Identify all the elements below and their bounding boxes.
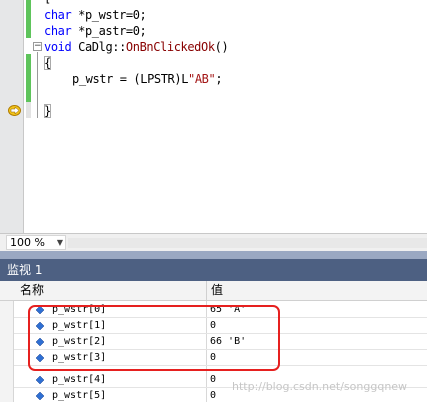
watch-name: p_wstr[4] bbox=[52, 374, 107, 385]
watch-row[interactable]: p_wstr[3] 0 bbox=[14, 350, 427, 366]
watch-value[interactable]: 0 bbox=[210, 350, 216, 365]
watch-name: p_wstr[5] bbox=[52, 390, 107, 401]
brace-match-box bbox=[44, 104, 51, 118]
watch-value[interactable]: 0 bbox=[210, 388, 216, 402]
watch-name: p_wstr[3] bbox=[52, 352, 107, 363]
change-indicator bbox=[26, 54, 31, 102]
editor-gutter[interactable] bbox=[0, 0, 24, 233]
column-divider[interactable] bbox=[206, 281, 207, 301]
zoom-value: 100 % bbox=[10, 236, 45, 249]
variable-icon bbox=[36, 322, 44, 330]
grid-header: 名称 值 bbox=[0, 281, 427, 301]
panel-splitter[interactable] bbox=[0, 251, 427, 259]
class-name: CaDlg bbox=[78, 40, 113, 54]
code-text: *p_wstr=0; bbox=[71, 8, 147, 22]
watch-name: p_wstr[1] bbox=[52, 320, 107, 331]
zoom-bar: 100 % ▼ bbox=[0, 233, 427, 251]
watch-value[interactable]: 0 bbox=[210, 372, 216, 387]
variable-icon bbox=[36, 354, 44, 362]
string-literal: "AB" bbox=[188, 72, 216, 86]
change-indicator bbox=[26, 102, 31, 118]
dropdown-arrow-icon[interactable]: ▼ bbox=[57, 236, 63, 249]
column-header-value[interactable]: 值 bbox=[211, 281, 223, 300]
variable-icon bbox=[36, 392, 44, 400]
watch-panel-title[interactable]: 监视 1 bbox=[0, 259, 427, 281]
watch-row[interactable]: p_wstr[0] 65 'A' bbox=[14, 302, 427, 318]
gutter-divider bbox=[23, 0, 24, 233]
variable-icon bbox=[36, 376, 44, 384]
scope-operator: :: bbox=[112, 40, 126, 54]
watch-value[interactable]: 65 'A' bbox=[210, 302, 246, 317]
watch-name: p_wstr[2] bbox=[52, 336, 107, 347]
keyword: void bbox=[44, 40, 72, 54]
code-line: char *p_astr=0; bbox=[44, 23, 147, 39]
watch-row[interactable]: p_wstr[2] 66 'B' bbox=[14, 334, 427, 350]
watch-value[interactable]: 66 'B' bbox=[210, 334, 246, 349]
statement-end: ; bbox=[215, 72, 223, 86]
watch-name: p_wstr[0] bbox=[52, 304, 107, 315]
watermark: http://blog.csdn.net/songgqnew bbox=[232, 380, 408, 393]
brace-match-box bbox=[44, 56, 51, 70]
zoom-select[interactable]: 100 % ▼ bbox=[6, 235, 66, 250]
horizontal-scrollbar[interactable] bbox=[68, 238, 427, 248]
code-text: *p_astr=0; bbox=[71, 24, 147, 38]
outline-guide bbox=[37, 52, 38, 118]
variable-icon bbox=[36, 306, 44, 314]
code-line: char *p_wstr=0; bbox=[44, 7, 147, 23]
keyword: char bbox=[44, 24, 72, 38]
code-line: [ bbox=[44, 0, 51, 6]
keyword: char bbox=[44, 8, 72, 22]
watch-row[interactable]: p_wstr[1] 0 bbox=[14, 318, 427, 334]
watch-value[interactable]: 0 bbox=[210, 318, 216, 333]
code-line: p_wstr = (LPSTR)L"AB"; bbox=[72, 71, 223, 87]
row-gutter bbox=[0, 301, 14, 402]
column-header-name[interactable]: 名称 bbox=[20, 281, 44, 300]
assignment-text: p_wstr = (LPSTR)L bbox=[72, 72, 189, 86]
collapse-icon[interactable]: − bbox=[33, 42, 42, 51]
current-statement-arrow-icon bbox=[8, 105, 21, 116]
watch-panel-title-text: 监视 1 bbox=[7, 263, 43, 277]
function-args: () bbox=[214, 40, 229, 54]
code-editor[interactable]: − [ char *p_wstr=0; char *p_astr=0; void… bbox=[0, 0, 427, 233]
code-line: void CaDlg::OnBnClickedOk() bbox=[44, 39, 229, 55]
change-indicator bbox=[26, 0, 31, 38]
function-name: OnBnClickedOk bbox=[125, 40, 215, 54]
variable-icon bbox=[36, 338, 44, 346]
